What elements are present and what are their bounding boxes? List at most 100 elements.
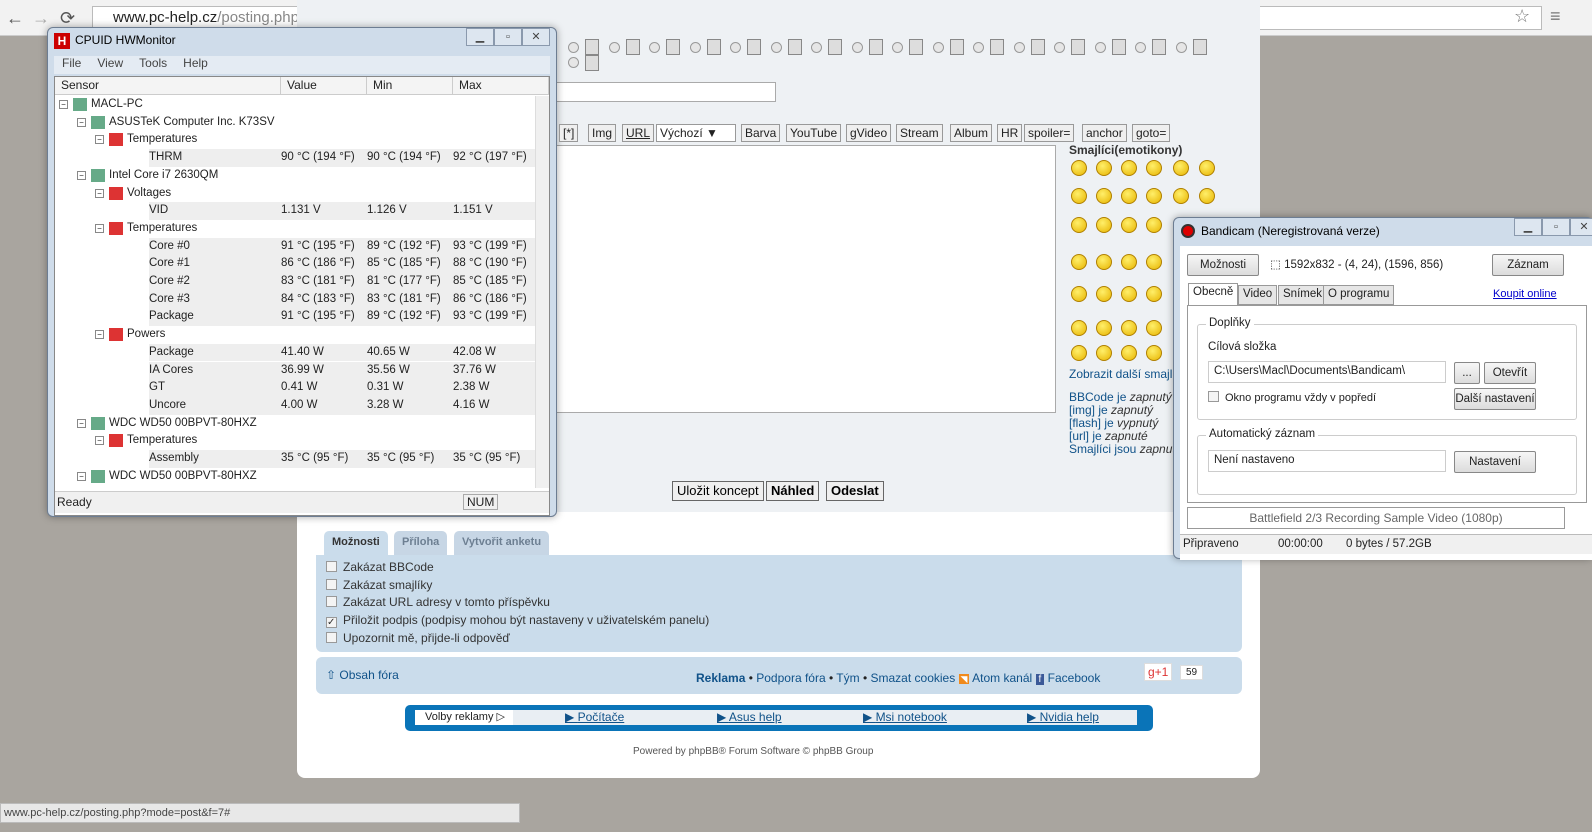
smiley-icon[interactable] (1121, 160, 1137, 176)
option-checkbox[interactable]: Zakázat BBCode (326, 560, 434, 574)
ad-link[interactable]: ▶ Počítače (565, 710, 624, 724)
sensor-row[interactable]: − WDC WD50 00BPVT-80HXZ (55, 415, 535, 433)
close-icon[interactable]: ✕ (1570, 218, 1592, 236)
tab-options[interactable]: Možnosti (324, 531, 388, 555)
sensor-row[interactable]: THRM 90 °C (194 °F) 90 °C (194 °F) 92 °C (1… (149, 149, 535, 167)
sensor-row[interactable]: Assembly 35 °C (95 °F) 35 °C (95 °F) 35 °C … (149, 450, 535, 468)
sensor-row[interactable]: Package 41.40 W 40.65 W 42.08 W (149, 343, 535, 362)
smiley-icon[interactable] (1121, 286, 1137, 302)
message-textarea[interactable] (556, 145, 1056, 413)
reload-icon[interactable]: ⟳ (60, 8, 75, 29)
radio-button[interactable] (892, 42, 903, 53)
checkbox[interactable] (326, 631, 337, 643)
submit-button[interactable]: Odeslat (826, 481, 884, 501)
bbcode-button[interactable]: Výchozí ▼ (656, 124, 736, 142)
more-smileys-link[interactable]: Zobrazit další smajlíky (1069, 367, 1188, 381)
radio-button[interactable] (811, 42, 822, 53)
menu-help[interactable]: Help (183, 56, 208, 70)
home-link[interactable]: ⇧ Obsah fóra (326, 668, 399, 682)
radio-button[interactable] (973, 42, 984, 53)
sensor-row[interactable]: IA Cores 36.99 W 35.56 W 37.76 W (149, 361, 535, 380)
smiley-icon[interactable] (1071, 217, 1087, 233)
bbcode-button[interactable]: Album (950, 124, 993, 142)
ad-options[interactable]: Volby reklamy ▷ (415, 710, 513, 725)
sensor-row[interactable]: − MACL-PC (55, 96, 535, 114)
smiley-icon[interactable] (1121, 254, 1137, 270)
sensor-row[interactable]: − Intel Core i7 2630QM (55, 167, 535, 185)
smiley-icon[interactable] (1146, 188, 1162, 204)
smiley-icon[interactable] (1121, 188, 1137, 204)
atom-link[interactable]: Atom kanál (972, 671, 1032, 685)
collapse-icon[interactable]: − (95, 330, 104, 340)
option-checkbox[interactable]: Zakázat URL adresy v tomto příspěvku (326, 595, 550, 609)
tab-poll[interactable]: Vytvořit anketu (454, 531, 550, 555)
tab-screenshot[interactable]: Snímek (1278, 285, 1327, 305)
sensor-row[interactable]: − Temperatures (55, 220, 535, 238)
radio-button[interactable] (649, 42, 660, 53)
team-link[interactable]: Tým (836, 671, 859, 685)
smiley-icon[interactable] (1071, 188, 1087, 204)
menu-view[interactable]: View (97, 56, 123, 70)
radio-button[interactable] (1094, 42, 1106, 53)
sensor-row[interactable]: Package 91 °C (195 °F) 89 °C (192 °F) 93 °C… (149, 308, 535, 327)
smiley-icon[interactable] (1173, 160, 1189, 176)
col-min[interactable]: Min (367, 77, 453, 95)
smiley-icon[interactable] (1096, 286, 1112, 302)
bbcode-button[interactable]: goto= (1132, 124, 1171, 142)
smiley-icon[interactable] (1146, 217, 1162, 233)
collapse-icon[interactable]: − (77, 170, 86, 180)
radio-button[interactable] (1135, 42, 1146, 53)
smiley-icon[interactable] (1096, 160, 1112, 176)
sensor-row[interactable]: − Voltages (55, 185, 535, 203)
more-settings-button[interactable]: Další nastavení (1454, 388, 1536, 410)
bbcode-button[interactable]: Barva (741, 124, 781, 142)
options-button[interactable]: Možnosti (1187, 254, 1259, 276)
scrollbar[interactable] (535, 96, 549, 488)
open-button[interactable]: Otevřít (1484, 362, 1536, 384)
menu-tools[interactable]: Tools (139, 56, 167, 70)
radio-button[interactable] (851, 42, 863, 53)
bbcode-button[interactable]: [*] (559, 124, 579, 142)
auto-settings-button[interactable]: Nastavení (1454, 451, 1536, 473)
tab-about[interactable]: O programu (1323, 285, 1395, 305)
preview-button[interactable]: Náhled (766, 481, 820, 501)
checkbox[interactable] (326, 578, 337, 590)
always-on-top-checkbox[interactable]: Okno programu vždy v popředí (1208, 391, 1376, 404)
facebook-link[interactable]: Facebook (1048, 671, 1101, 685)
radio-button[interactable] (608, 42, 620, 53)
menu-icon[interactable]: ≡ (1550, 6, 1561, 27)
option-checkbox[interactable]: Zakázat smajlíky (326, 578, 432, 592)
bookmark-star-icon[interactable]: ☆ (1514, 6, 1530, 27)
sensor-row[interactable]: Core #2 83 °C (181 °F) 81 °C (177 °F) 85 °C… (149, 273, 535, 291)
radio-button[interactable] (568, 57, 579, 68)
smiley-icon[interactable] (1071, 345, 1087, 361)
minimize-icon[interactable]: ▁ (1514, 218, 1542, 236)
smiley-icon[interactable] (1071, 160, 1087, 176)
sensor-row[interactable]: − ASUSTeK Computer Inc. K73SV (55, 114, 535, 132)
maximize-icon[interactable]: ▫ (494, 28, 522, 46)
smiley-icon[interactable] (1173, 188, 1189, 204)
smiley-icon[interactable] (1096, 254, 1112, 270)
sensor-row[interactable]: − Temperatures (55, 131, 535, 149)
sensor-row[interactable]: Core #3 84 °C (183 °F) 83 °C (181 °F) 86 °C… (149, 290, 535, 309)
radio-button[interactable] (1054, 42, 1065, 53)
gplus-button[interactable]: g+1 (1144, 663, 1173, 681)
collapse-icon[interactable]: − (77, 471, 86, 481)
bbcode-button[interactable]: gVideo (846, 124, 892, 142)
sensor-row[interactable]: Uncore 4.00 W 3.28 W 4.16 W (149, 396, 535, 415)
radio-button[interactable] (1013, 42, 1025, 53)
tab-general[interactable]: Obecně (1188, 283, 1239, 305)
radio-button[interactable] (1175, 42, 1187, 53)
collapse-icon[interactable]: − (77, 418, 86, 428)
smiley-icon[interactable] (1096, 345, 1112, 361)
smiley-icon[interactable] (1121, 217, 1137, 233)
col-sensor[interactable]: Sensor (55, 77, 281, 95)
ad-link[interactable]: ▶ Nvidia help (1027, 710, 1099, 724)
minimize-icon[interactable]: ▁ (466, 28, 494, 46)
radio-button[interactable] (932, 42, 944, 53)
record-button[interactable]: Záznam (1492, 254, 1564, 276)
radio-button[interactable] (770, 42, 782, 53)
delete-cookies-link[interactable]: Smazat cookies (871, 671, 956, 685)
smiley-icon[interactable] (1121, 320, 1137, 336)
smiley-icon[interactable] (1096, 217, 1112, 233)
